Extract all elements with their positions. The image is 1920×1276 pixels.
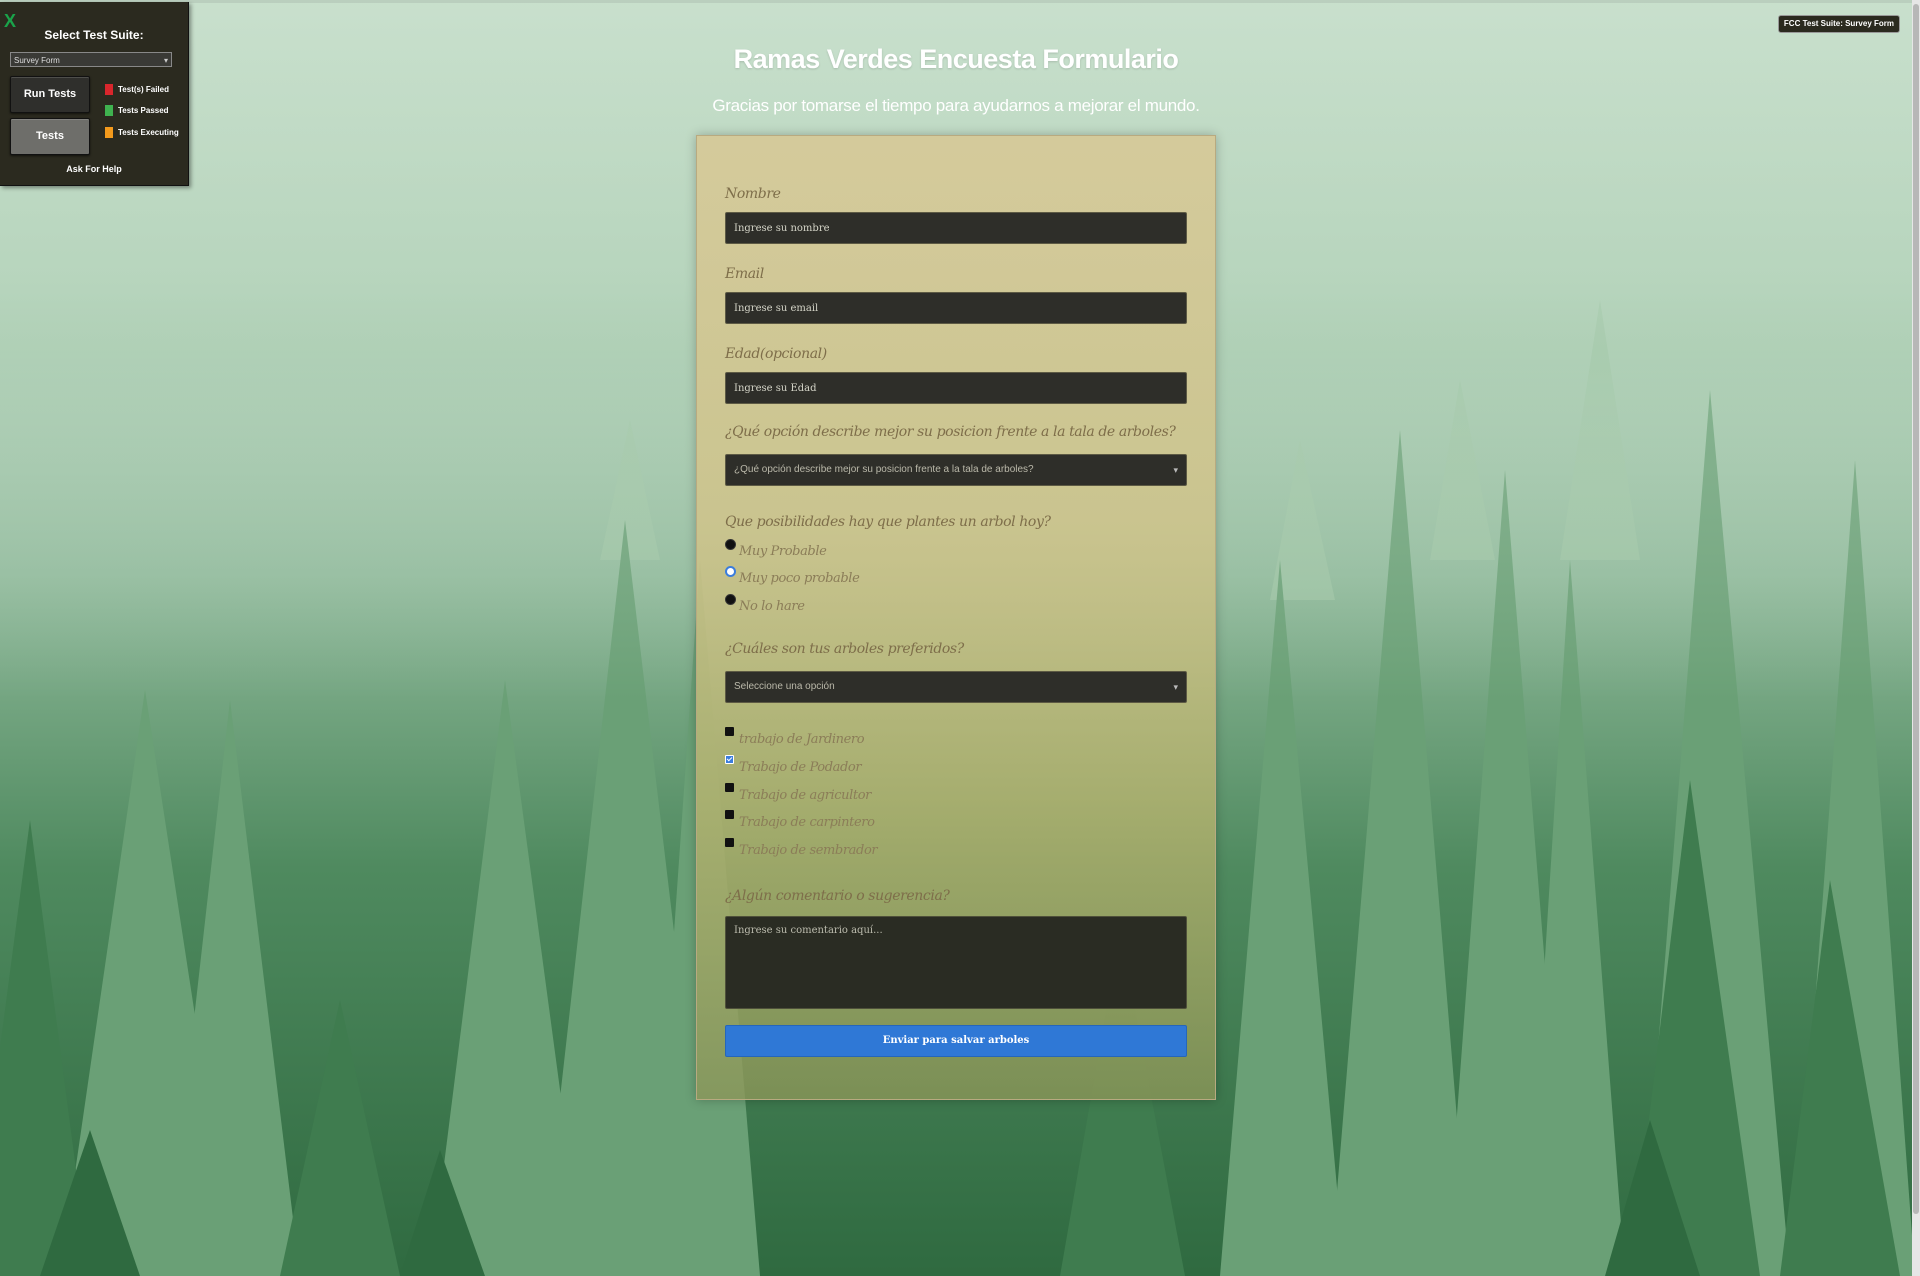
checkbox-checked[interactable] (725, 755, 734, 764)
age-field[interactable] (725, 372, 1187, 404)
checkbox[interactable] (725, 838, 734, 847)
legend-executing: Tests Executing (105, 127, 179, 139)
checkbox[interactable] (725, 727, 734, 736)
fcc-test-panel: X Select Test Suite: Survey Form ▾ Run T… (0, 2, 189, 186)
executing-swatch-icon (105, 127, 113, 139)
failed-swatch-icon (105, 84, 113, 96)
position-select[interactable]: ¿Qué opción describe mejor su posicion f… (725, 454, 1187, 486)
submit-button[interactable]: Enviar para salvar arboles (725, 1025, 1187, 1057)
radio-button[interactable] (725, 539, 736, 550)
test-suite-title: Select Test Suite: (44, 28, 144, 42)
radio-option-label: No lo hare (739, 599, 805, 614)
page-subtitle: Gracias por tomarse el tiempo para ayuda… (712, 96, 1200, 115)
favorite-trees-label: ¿Cuáles son tus arboles preferidos? (725, 641, 964, 657)
radio-button-selected[interactable] (725, 566, 736, 577)
comments-textarea[interactable] (725, 916, 1187, 1009)
name-label: Nombre (725, 186, 781, 202)
checkbox-option-label: Trabajo de sembrador (739, 843, 878, 858)
email-label: Email (725, 266, 764, 282)
email-field[interactable] (725, 292, 1187, 324)
scrollbar-thumb[interactable] (1913, 4, 1919, 1214)
survey-form: Nombre Email Edad(opcional) ¿Qué opción … (696, 135, 1216, 1100)
checkbox-option-label: Trabajo de Podador (739, 760, 862, 775)
legend-failed: Test(s) Failed (105, 84, 169, 96)
checkbox-option-label: Trabajo de carpintero (739, 815, 875, 830)
checkbox-option-label: trabajo de Jardinero (739, 732, 865, 747)
radio-button[interactable] (725, 594, 736, 605)
age-label: Edad(opcional) (725, 346, 827, 362)
fcc-test-suite-badge[interactable]: FCC Test Suite: Survey Form (1777, 15, 1900, 33)
favorite-trees-select[interactable]: Seleccione una opción ▾ (725, 671, 1187, 703)
tests-button[interactable]: Tests (10, 118, 90, 155)
radio-option-label: Muy Probable (739, 544, 827, 559)
ask-for-help-link[interactable]: Ask For Help (0, 164, 188, 174)
position-select-value: ¿Qué opción describe mejor su posicion f… (734, 464, 1034, 475)
page-title: Ramas Verdes Encuesta Formulario (733, 44, 1179, 74)
likelihood-label: Que posibilidades hay que plantes un arb… (725, 514, 1051, 530)
favorite-trees-select-value: Seleccione una opción (734, 681, 835, 692)
comments-label: ¿Algún comentario o sugerencia? (725, 888, 950, 904)
checkbox[interactable] (725, 783, 734, 792)
checkbox-option-label: Trabajo de agricultor (739, 788, 871, 803)
radio-option-label: Muy poco probable (739, 571, 860, 586)
chevron-down-icon: ▾ (1173, 465, 1178, 475)
name-field[interactable] (725, 212, 1187, 244)
legend-failed-label: Test(s) Failed (118, 85, 169, 94)
scrollbar[interactable] (1912, 0, 1920, 1276)
checkbox[interactable] (725, 810, 734, 819)
legend-executing-label: Tests Executing (118, 128, 179, 137)
chevron-down-icon: ▾ (1173, 682, 1178, 692)
position-label: ¿Qué opción describe mejor su posicion f… (725, 424, 1176, 440)
